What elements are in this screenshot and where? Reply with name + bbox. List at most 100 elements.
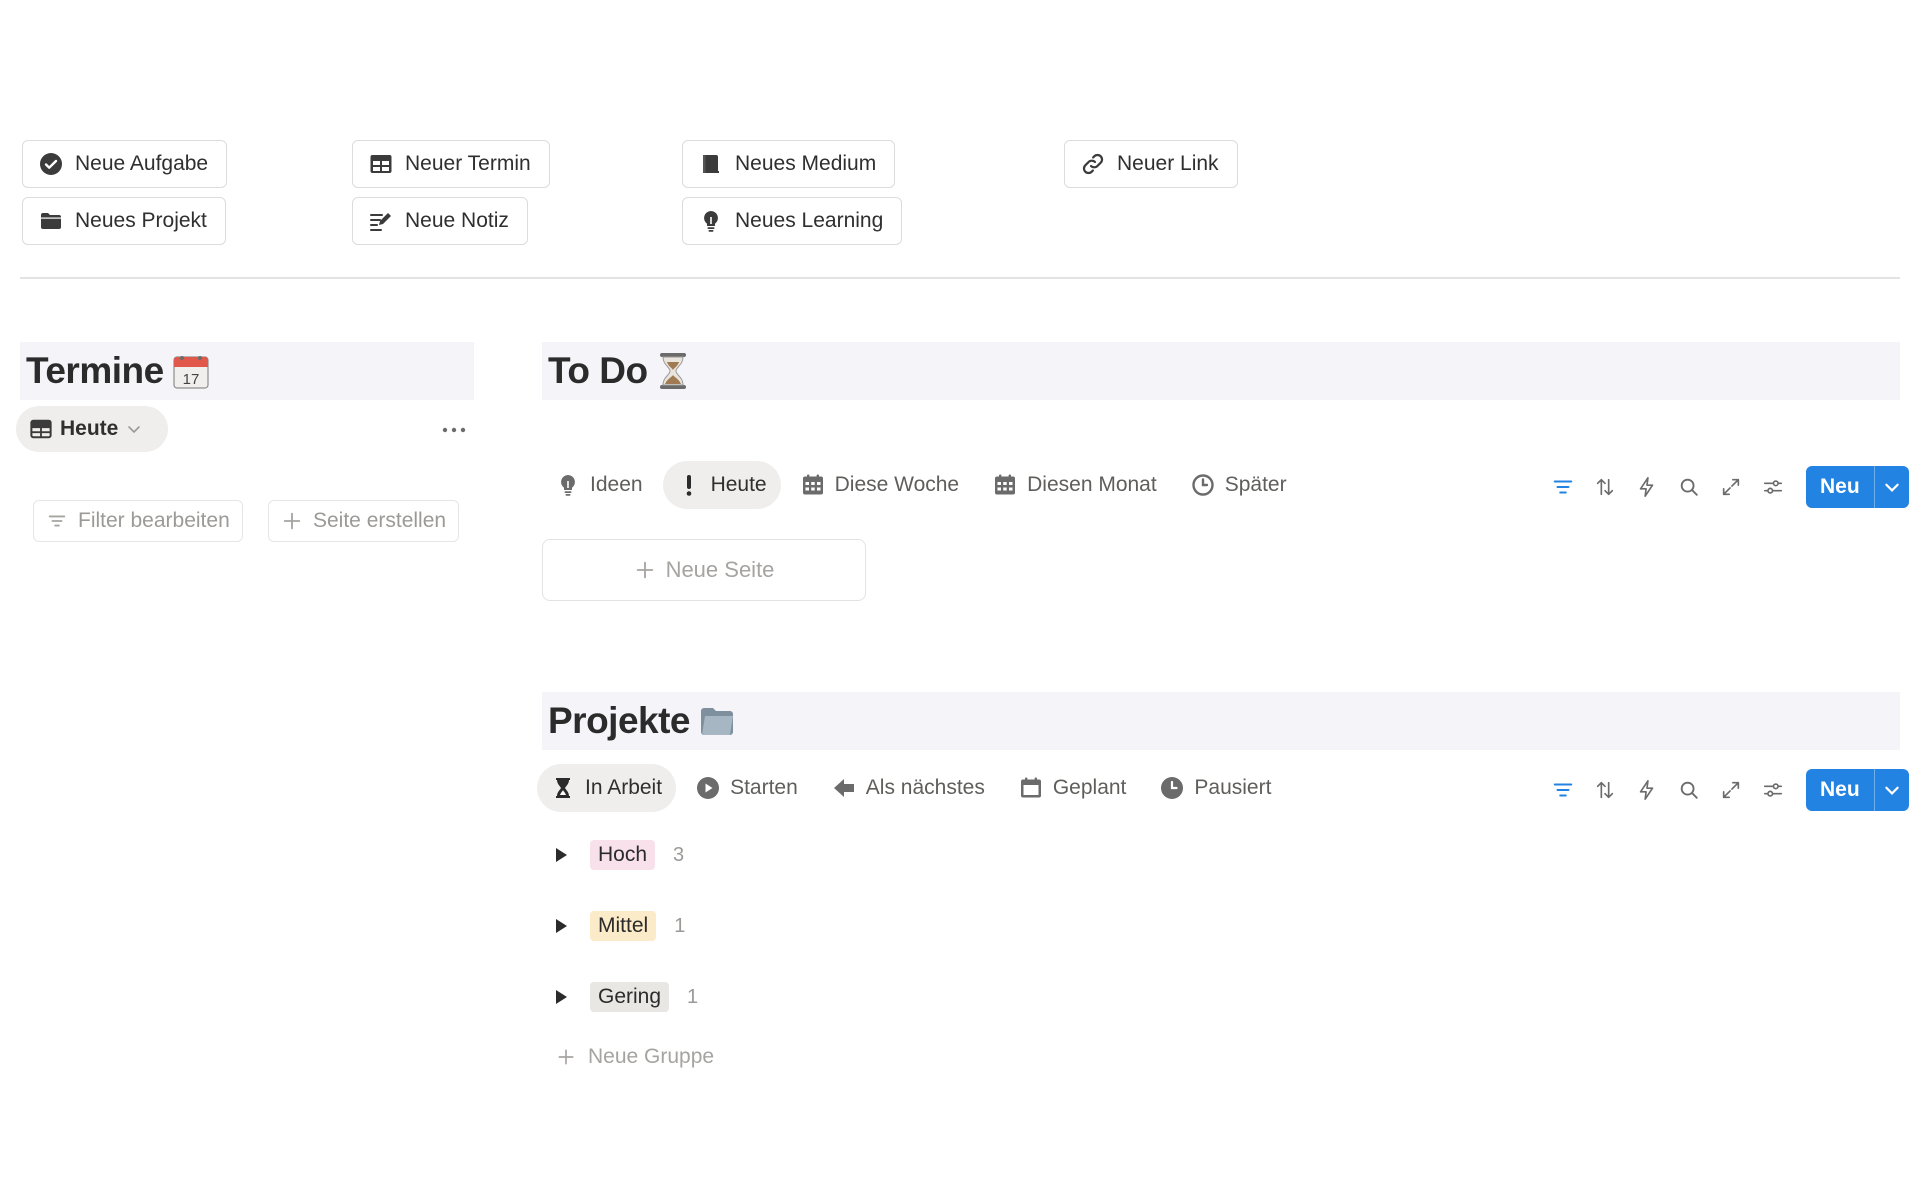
new-note-button[interactable]: Neue Notiz [352,197,528,245]
settings-button[interactable] [1752,769,1794,811]
new-page-button[interactable]: Neue Seite [542,539,866,601]
new-learning-button[interactable]: Neues Learning [682,197,903,245]
play-icon [697,777,720,799]
filter-button[interactable] [1542,769,1584,811]
projekte-toolbar: Neu [1542,769,1909,811]
search-icon [1680,781,1698,799]
filter-button[interactable] [1542,466,1584,508]
link-icon [1082,153,1104,175]
triangle-right-icon[interactable] [552,917,570,935]
tab-spaeter[interactable]: Später [1177,461,1301,509]
group-mittel[interactable]: Mittel 1 [552,906,685,946]
new-project-label: Neues Projekt [75,209,207,232]
tab-label: Später [1224,473,1287,496]
expand-button[interactable] [1710,466,1752,508]
plus-icon [636,561,653,579]
tab-diese-woche[interactable]: Diese Woche [787,461,974,509]
pen-lines-icon [370,213,391,231]
lightning-icon [1639,477,1654,497]
new-button-label: Neu [1820,778,1860,801]
tab-label: Geplant [1052,776,1127,799]
new-task-label: Neue Aufgabe [75,152,209,175]
sliders-icon [1763,783,1783,797]
todo-tabs: Ideen Heute Diese Woche Diesen Monat Spä… [542,461,1301,509]
sliders-icon [1763,480,1783,494]
projekte-header: Projekte [542,692,1900,750]
view-label: Heute [60,417,119,440]
automation-button[interactable] [1626,466,1668,508]
tab-label: Ideen [590,473,643,496]
group-tag: Hoch [590,840,656,870]
lightbulb-icon [561,475,575,496]
termine-title: Termine [26,350,164,391]
calendar-grid-icon [995,474,1016,495]
tab-pausiert[interactable]: Pausiert [1146,764,1285,812]
tab-ideen[interactable]: Ideen [542,461,657,509]
calendar-icon [1020,777,1041,798]
new-medium-button[interactable]: Neues Medium [682,140,896,188]
expand-button[interactable] [1710,769,1752,811]
search-button[interactable] [1668,466,1710,508]
view-selector-today[interactable]: Heute [16,406,168,452]
folder-icon [701,708,734,735]
group-gering[interactable]: Gering 1 [552,977,698,1017]
tab-diesen-monat[interactable]: Diesen Monat [979,461,1171,509]
filter-icon [48,515,66,527]
tab-in-arbeit[interactable]: In Arbeit [537,764,677,812]
new-button-dropdown[interactable] [1875,769,1909,811]
new-medium-label: Neues Medium [735,152,877,175]
new-appointment-label: Neuer Termin [405,152,531,175]
tab-starten[interactable]: Starten [682,764,812,812]
tab-label: Heute [710,473,767,496]
table-icon [30,419,52,439]
plus-icon [283,512,301,530]
more-options-icon[interactable] [440,420,468,440]
todo-title: To Do [548,350,648,391]
settings-button[interactable] [1752,466,1794,508]
new-note-label: Neue Notiz [405,209,509,232]
plus-icon [558,1049,574,1065]
clock-icon [1161,777,1184,799]
triangle-right-icon[interactable] [552,988,570,1006]
search-button[interactable] [1668,769,1710,811]
filter-icon [1553,480,1573,494]
new-group-label: Neue Gruppe [588,1045,715,1068]
check-circle-icon [40,153,62,175]
projekte-new-button[interactable]: Neu [1806,769,1909,811]
triangle-right-icon[interactable] [552,846,570,864]
new-project-button[interactable]: Neues Projekt [22,197,226,245]
new-link-button[interactable]: Neuer Link [1064,140,1238,188]
automation-button[interactable] [1626,769,1668,811]
tab-label: In Arbeit [585,776,663,799]
new-button-dropdown[interactable] [1875,466,1909,508]
group-hoch[interactable]: Hoch 3 [552,835,684,875]
new-link-label: Neuer Link [1117,152,1219,175]
tab-heute[interactable]: Heute [662,461,781,509]
hourglass-icon [659,353,686,389]
tab-als-naechstes[interactable]: Als nächstes [818,764,999,812]
group-count: 1 [687,985,699,1008]
sort-button[interactable] [1584,466,1626,508]
create-page-button[interactable]: Seite erstellen [268,500,460,542]
new-appointment-button[interactable]: Neuer Termin [352,140,550,188]
todo-new-button[interactable]: Neu [1806,466,1909,508]
group-tag: Mittel [590,911,657,941]
table-icon [370,155,392,173]
folder-icon [41,213,61,229]
tab-geplant[interactable]: Geplant [1005,764,1141,812]
arrow-left-icon [833,779,854,797]
sort-button[interactable] [1584,769,1626,811]
svg-text:17: 17 [182,371,199,388]
projekte-tabs: In Arbeit Starten Als nächstes Geplant P… [537,764,1285,812]
new-group-button[interactable]: Neue Gruppe [556,1045,714,1069]
chevron-down-icon [128,426,141,434]
lightbulb-icon [704,211,718,232]
tab-label: Starten [730,776,798,799]
hourglass-icon [556,778,570,798]
todo-header: To Do [542,342,1900,400]
edit-filter-button[interactable]: Filter bearbeiten [33,500,243,542]
expand-icon [1722,781,1740,799]
new-task-button[interactable]: Neue Aufgabe [22,140,228,188]
chevron-down-icon [1884,786,1899,795]
termine-header: Termine 17 [20,342,474,400]
